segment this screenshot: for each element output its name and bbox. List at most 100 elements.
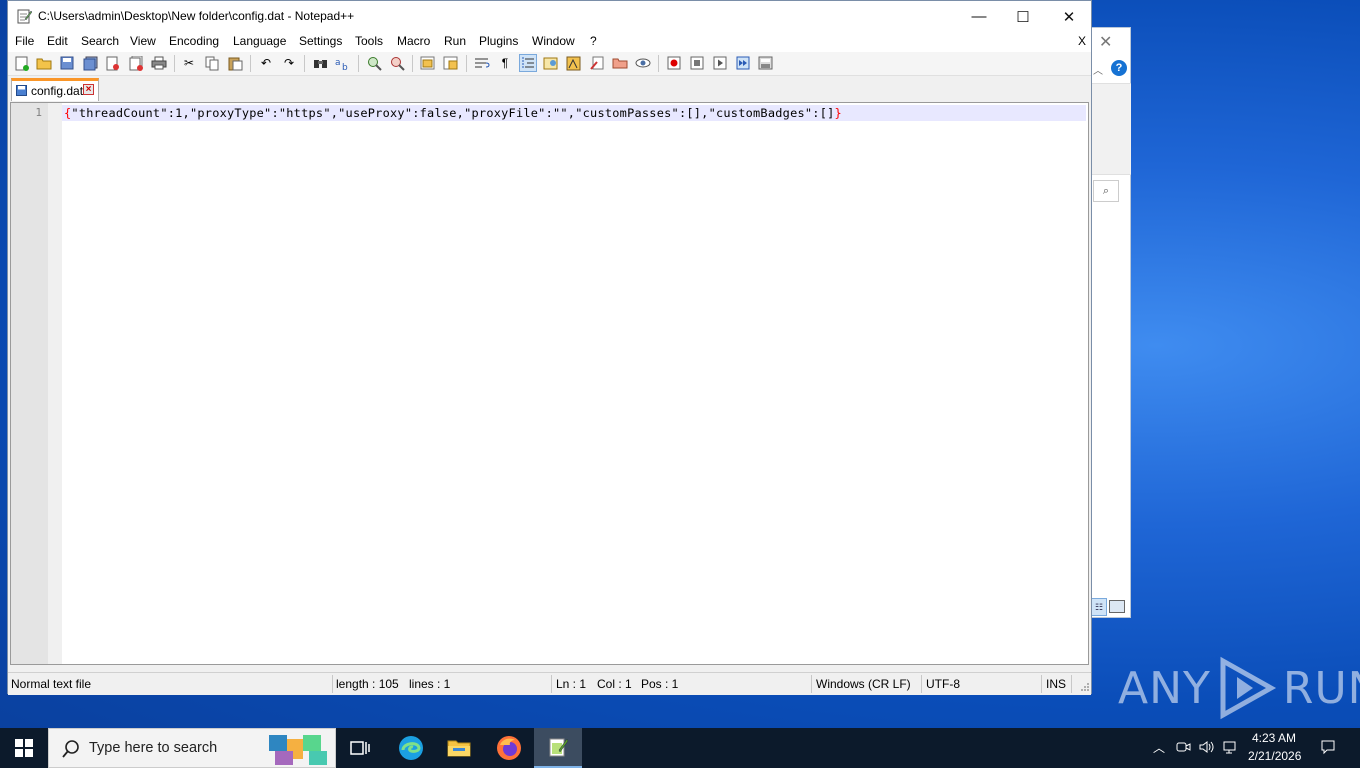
menu-settings[interactable]: Settings bbox=[299, 34, 342, 48]
save-all-icon[interactable] bbox=[82, 55, 98, 71]
copy-icon[interactable] bbox=[204, 55, 220, 71]
task-view-button[interactable] bbox=[336, 728, 384, 768]
menu-macro[interactable]: Macro bbox=[397, 34, 430, 48]
firefox-icon bbox=[497, 736, 521, 760]
line-number: 1 bbox=[35, 106, 42, 119]
indent-guide-icon[interactable] bbox=[519, 54, 537, 72]
menu-encoding[interactable]: Encoding bbox=[169, 34, 219, 48]
search-icon[interactable]: ⌕ bbox=[1093, 180, 1119, 202]
notepadpp-app-icon bbox=[17, 9, 32, 24]
maximize-button[interactable]: ☐ bbox=[1000, 1, 1046, 32]
background-window-close-button[interactable]: ✕ bbox=[1099, 32, 1112, 52]
play-logo-icon bbox=[1220, 656, 1276, 720]
menu-run[interactable]: Run bbox=[444, 34, 466, 48]
status-mode[interactable]: INS bbox=[1046, 673, 1066, 695]
status-encoding[interactable]: UTF-8 bbox=[926, 673, 960, 695]
show-all-chars-icon[interactable]: ¶ bbox=[497, 55, 513, 71]
play-macro-icon[interactable] bbox=[712, 55, 728, 71]
doc-map-icon[interactable] bbox=[566, 55, 582, 71]
toolbar: ✂ ↶ ↷ ab ¶ bbox=[8, 52, 1091, 76]
close-button[interactable]: ✕ bbox=[1046, 1, 1092, 32]
zoom-in-icon[interactable] bbox=[366, 55, 382, 71]
print-icon[interactable] bbox=[151, 55, 167, 71]
close-all-icon[interactable] bbox=[128, 55, 144, 71]
code-line[interactable]: {"threadCount":1,"proxyType":"https","us… bbox=[64, 106, 842, 120]
status-col: Col : 1 bbox=[597, 677, 632, 691]
word-wrap-icon[interactable] bbox=[474, 55, 490, 71]
menu-language[interactable]: Language bbox=[233, 34, 286, 48]
minimize-button[interactable]: — bbox=[956, 1, 1002, 32]
clock-time[interactable]: 4:23 AM bbox=[1252, 731, 1296, 745]
taskbar-search-box[interactable]: Type here to search bbox=[48, 728, 336, 768]
editor-area[interactable]: 1 {"threadCount":1,"proxyType":"https","… bbox=[10, 102, 1089, 665]
resize-grip-icon[interactable] bbox=[1080, 682, 1090, 692]
close-document-button[interactable]: X bbox=[1078, 34, 1086, 48]
notepadpp-window: C:\Users\admin\Desktop\New folder\config… bbox=[7, 0, 1092, 695]
status-file-type: Normal text file bbox=[11, 677, 92, 691]
notepadpp-icon bbox=[549, 738, 569, 757]
replace-icon[interactable]: ab bbox=[335, 55, 351, 71]
menu-tools[interactable]: Tools bbox=[355, 34, 383, 48]
saved-file-icon bbox=[16, 85, 27, 96]
svg-text:b: b bbox=[342, 63, 348, 71]
undo-icon[interactable]: ↶ bbox=[258, 55, 274, 71]
help-icon[interactable]: ? bbox=[1111, 60, 1127, 76]
close-brace: } bbox=[834, 106, 842, 120]
toolbar-separator bbox=[412, 55, 413, 72]
title-bar[interactable]: C:\Users\admin\Desktop\New folder\config… bbox=[8, 1, 1091, 32]
search-placeholder: Type here to search bbox=[89, 740, 218, 756]
paste-icon[interactable] bbox=[227, 55, 243, 71]
user-language-icon[interactable] bbox=[543, 55, 559, 71]
file-explorer-taskbar-button[interactable] bbox=[435, 728, 483, 768]
find-icon[interactable] bbox=[312, 55, 328, 71]
network-icon[interactable] bbox=[1222, 739, 1238, 755]
notepadpp-taskbar-button[interactable] bbox=[534, 728, 582, 768]
chevron-up-icon[interactable]: ︿ bbox=[1151, 739, 1167, 755]
edge-taskbar-button[interactable] bbox=[387, 728, 435, 768]
chevron-up-icon[interactable]: ︿ bbox=[1093, 62, 1103, 77]
firefox-taskbar-button[interactable] bbox=[485, 728, 533, 768]
details-view-icon[interactable]: ☷ bbox=[1091, 598, 1107, 616]
status-eol[interactable]: Windows (CR LF) bbox=[816, 673, 911, 695]
record-macro-icon[interactable] bbox=[666, 55, 682, 71]
fold-margin[interactable] bbox=[48, 103, 62, 664]
save-icon[interactable] bbox=[59, 55, 75, 71]
menu-search[interactable]: Search bbox=[81, 34, 119, 48]
clock-date[interactable]: 2/21/2026 bbox=[1248, 749, 1301, 763]
tab-config-dat[interactable]: config.dat × bbox=[11, 78, 99, 101]
save-macro-icon[interactable] bbox=[758, 55, 774, 71]
stop-macro-icon[interactable] bbox=[689, 55, 705, 71]
sync-vertical-icon[interactable] bbox=[420, 55, 436, 71]
meet-now-icon[interactable] bbox=[1175, 739, 1191, 755]
menu-file[interactable]: File bbox=[15, 34, 34, 48]
tab-close-icon[interactable]: × bbox=[83, 84, 94, 95]
zoom-out-icon[interactable] bbox=[389, 55, 405, 71]
search-highlight-art-icon bbox=[269, 735, 327, 765]
menu-bar: File Edit Search View Encoding Language … bbox=[8, 32, 1091, 52]
menu-help[interactable]: ? bbox=[590, 34, 597, 48]
new-file-icon[interactable] bbox=[14, 55, 30, 71]
menu-edit[interactable]: Edit bbox=[47, 34, 68, 48]
notification-icon[interactable] bbox=[1320, 739, 1336, 755]
menu-window[interactable]: Window bbox=[532, 34, 575, 48]
close-icon[interactable] bbox=[105, 55, 121, 71]
svg-text:a: a bbox=[335, 58, 341, 68]
run-macro-multiple-icon[interactable] bbox=[735, 55, 751, 71]
search-icon bbox=[62, 740, 79, 758]
status-separator bbox=[1071, 675, 1072, 693]
function-list-icon[interactable] bbox=[589, 55, 605, 71]
sync-horizontal-icon[interactable] bbox=[443, 55, 459, 71]
start-button[interactable] bbox=[0, 728, 48, 768]
menu-plugins[interactable]: Plugins bbox=[479, 34, 518, 48]
large-icons-view-icon[interactable] bbox=[1109, 600, 1125, 613]
edge-icon bbox=[399, 736, 423, 760]
monitoring-icon[interactable] bbox=[635, 55, 651, 71]
cut-icon[interactable]: ✂ bbox=[181, 55, 197, 71]
status-separator bbox=[1041, 675, 1042, 693]
volume-icon[interactable] bbox=[1198, 739, 1214, 755]
task-view-icon bbox=[350, 741, 370, 755]
menu-view[interactable]: View bbox=[130, 34, 156, 48]
redo-icon[interactable]: ↷ bbox=[281, 55, 297, 71]
open-file-icon[interactable] bbox=[36, 55, 52, 71]
folder-workspace-icon[interactable] bbox=[612, 55, 628, 71]
